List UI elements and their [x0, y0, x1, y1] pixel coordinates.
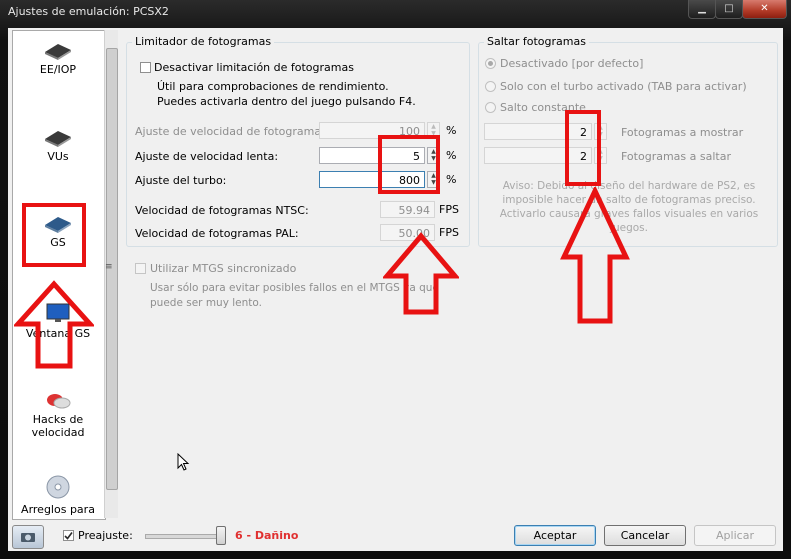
annotation-arrow-up-icon: [560, 187, 630, 324]
sidebar-item-hacks[interactable]: Hacks de velocidad: [12, 388, 104, 439]
cancel-button[interactable]: Cancelar: [604, 525, 686, 546]
radio-disabled-default[interactable]: [485, 58, 496, 69]
checkbox-label: Utilizar MTGS sincronizado: [150, 262, 297, 275]
settings-sidebar: [12, 30, 106, 520]
preset-slider-track[interactable]: [145, 534, 223, 539]
close-button[interactable]: ✕: [742, 0, 787, 19]
annotation-box-gs: [22, 203, 86, 267]
window-title: Ajustes de emulación: PCSX2: [8, 5, 169, 18]
accept-button[interactable]: Aceptar: [514, 525, 596, 546]
check-icon: [64, 532, 73, 540]
annotation-box-speed-values: [378, 135, 440, 194]
group-title: Limitador de fotogramas: [132, 35, 275, 48]
field-label: Velocidad de fotogramas NTSC:: [135, 204, 309, 217]
field-label: Ajuste de velocidad de fotogramas:: [135, 125, 331, 138]
sidebar-item-arreglos[interactable]: Arreglos para: [12, 474, 104, 516]
sidebar-item-label: Arreglos para: [21, 503, 95, 516]
sidebar-item-vus[interactable]: VUs: [12, 125, 104, 163]
unit-label: %: [446, 173, 457, 186]
preset-label: Preajuste:: [78, 529, 133, 542]
unit-label: %: [446, 124, 457, 137]
minimize-button[interactable]: ▁: [688, 0, 716, 19]
annotation-arrow-up-icon: [383, 232, 459, 315]
field-label: Ajuste del turbo:: [135, 174, 227, 187]
title-bar[interactable]: Ajustes de emulación: PCSX2: [0, 0, 791, 28]
chip-icon: [45, 131, 71, 147]
grip-icon: ≡: [105, 262, 113, 272]
disable-note: Útil para comprobaciones de rendimiento.…: [157, 80, 416, 108]
field-label: Velocidad de fotogramas PAL:: [135, 227, 299, 240]
unit-label: %: [446, 149, 457, 162]
sidebar-item-label: VUs: [47, 150, 69, 163]
mouse-cursor-icon: [177, 453, 190, 471]
mtgs-checkbox[interactable]: [135, 263, 146, 274]
annotation-box-frame-skip-values: [565, 110, 601, 186]
chip-icon: [45, 44, 71, 60]
field-label: Fotogramas a mostrar: [621, 126, 744, 139]
field-label: Fotogramas a saltar: [621, 150, 731, 163]
unit-label: FPS: [439, 203, 459, 216]
disable-limiter-checkbox[interactable]: [140, 62, 151, 73]
apply-button[interactable]: Aplicar: [694, 525, 776, 546]
ntsc-fps-input[interactable]: 59.94: [380, 201, 435, 218]
sidebar-item-label: EE/IOP: [39, 63, 77, 76]
sidebar-item-ee-iop[interactable]: EE/IOP: [12, 38, 104, 76]
preset-value: 6 - Dañino: [235, 529, 299, 542]
group-title: Saltar fotogramas: [484, 35, 589, 48]
field-label: Ajuste de velocidad lenta:: [135, 150, 279, 163]
radio-label: Desactivado [por defecto]: [500, 57, 644, 70]
preset-checkbox[interactable]: [63, 530, 74, 541]
sidebar-item-label: Hacks de velocidad: [31, 413, 85, 439]
disc-icon: [46, 475, 70, 499]
maximize-button[interactable]: □: [715, 0, 743, 19]
radio-turbo-only[interactable]: [485, 81, 496, 92]
speed-hacks-icon: [47, 394, 71, 409]
preset-slider-thumb[interactable]: [216, 526, 226, 545]
camera-icon: [21, 533, 35, 542]
radio-constant-skip[interactable]: [485, 102, 496, 113]
checkbox-label: Desactivar limitación de fotogramas: [154, 61, 354, 74]
annotation-arrow-up-icon: [14, 280, 94, 369]
radio-label: Solo con el turbo activado (TAB para act…: [500, 80, 747, 93]
screenshot-button[interactable]: [12, 525, 44, 549]
